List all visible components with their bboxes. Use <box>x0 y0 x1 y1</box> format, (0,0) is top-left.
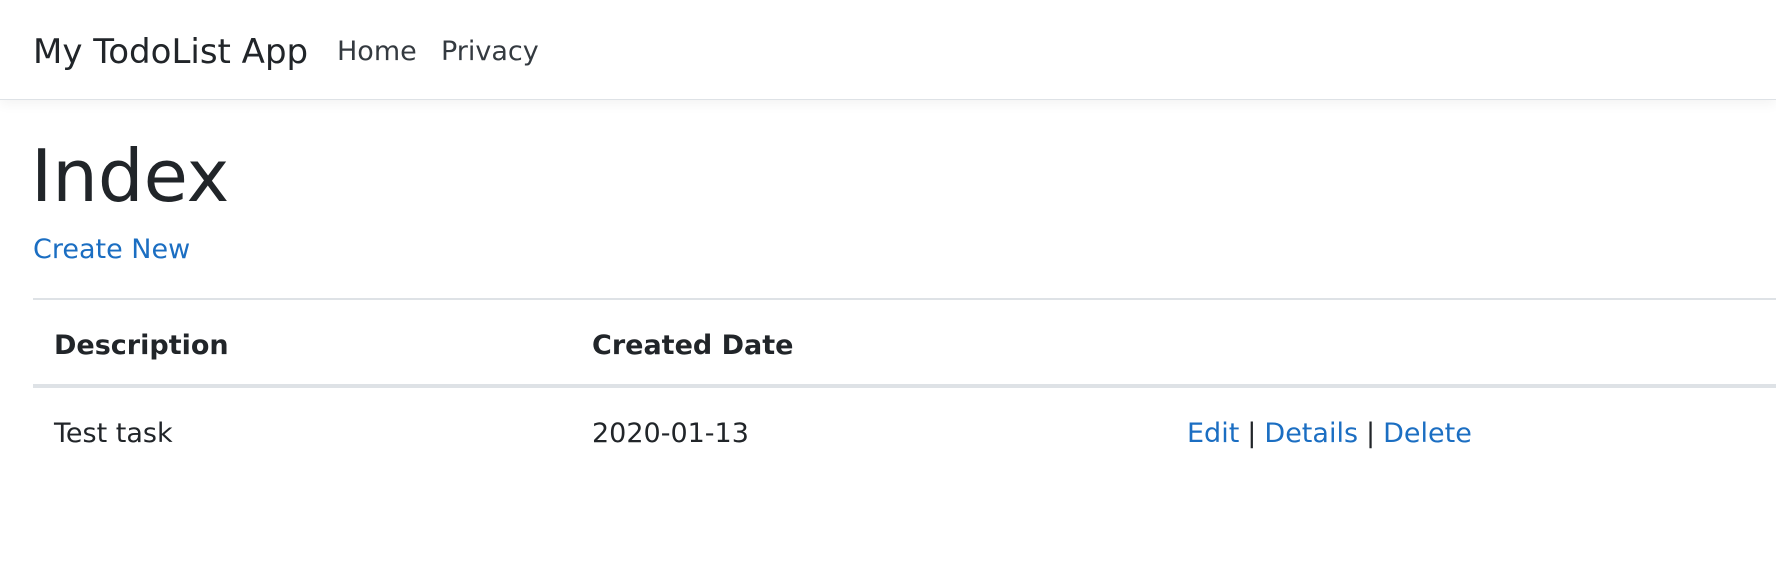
cell-actions: Edit | Details | Delete <box>1187 417 1472 451</box>
nav-link-privacy[interactable]: Privacy <box>441 35 539 69</box>
top-navbar: My TodoList App Home Privacy <box>0 0 1776 100</box>
table-row: Test task 2020-01-13 Edit | Details | Delete <box>33 388 1776 484</box>
cell-description: Test task <box>54 418 173 449</box>
action-separator: | <box>1247 418 1257 449</box>
brand-link[interactable]: My TodoList App <box>33 31 308 73</box>
delete-link[interactable]: Delete <box>1383 418 1472 449</box>
cell-created-date: 2020-01-13 <box>592 418 749 449</box>
edit-link[interactable]: Edit <box>1187 418 1239 449</box>
details-link[interactable]: Details <box>1264 418 1358 449</box>
column-header-description: Description <box>54 330 229 361</box>
nav-link-home[interactable]: Home <box>337 35 417 69</box>
table-header-row: Description Created Date <box>33 300 1776 388</box>
column-header-created-date: Created Date <box>592 330 794 361</box>
todo-table: Description Created Date Test task 2020-… <box>33 298 1776 484</box>
create-new-link[interactable]: Create New <box>33 233 190 267</box>
page-title: Index <box>31 134 230 218</box>
action-separator: | <box>1366 418 1376 449</box>
